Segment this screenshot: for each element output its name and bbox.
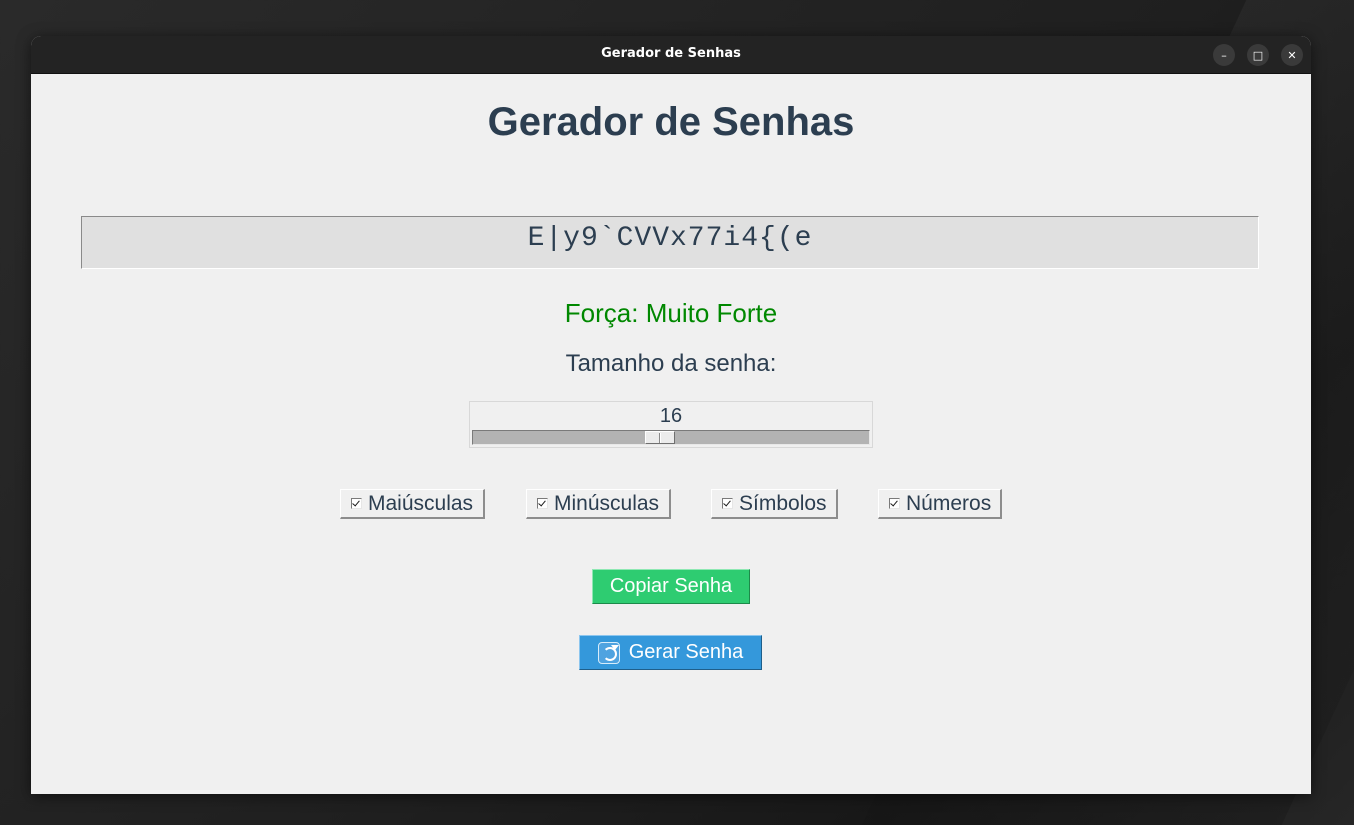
lowercase-label: Minúsculas	[554, 491, 660, 515]
symbols-checkbox[interactable]: Símbolos	[711, 489, 838, 519]
slider-trough[interactable]	[472, 430, 870, 445]
window-title: Gerador de Senhas	[601, 46, 741, 61]
strength-label: Força: Muito Forte	[564, 298, 778, 328]
copy-password-button[interactable]: Copiar Senha	[592, 569, 750, 604]
maximize-icon: □	[1252, 48, 1264, 62]
lowercase-checkbox[interactable]: Minúsculas	[526, 489, 671, 519]
generate-password-button[interactable]: Gerar Senha	[579, 635, 762, 670]
app-window: Gerador de Senhas – □ ✕ Gerador de Senha…	[31, 36, 1311, 794]
checkmark-icon	[722, 498, 733, 509]
symbols-label: Símbolos	[739, 491, 827, 515]
password-field[interactable]: E|y9`CVVx77i4{(e	[81, 216, 1259, 269]
main-content: Gerador de Senhas E|y9`CVVx77i4{(e Força…	[31, 74, 1311, 794]
page-title: Gerador de Senhas	[487, 100, 855, 144]
slider-value: 16	[659, 405, 683, 427]
length-label: Tamanho da senha:	[565, 350, 777, 377]
copy-button-label: Copiar Senha	[609, 575, 733, 597]
checkmark-icon	[889, 498, 900, 509]
uppercase-checkbox[interactable]: Maiúsculas	[340, 489, 485, 519]
title-bar[interactable]: Gerador de Senhas – □ ✕	[31, 36, 1311, 74]
uppercase-label: Maiúsculas	[368, 491, 474, 515]
password-text: E|y9`CVVx77i4{(e	[527, 223, 813, 254]
close-button[interactable]: ✕	[1281, 44, 1303, 66]
minimize-button[interactable]: –	[1213, 44, 1235, 66]
slider-thumb[interactable]	[645, 431, 675, 444]
maximize-button[interactable]: □	[1247, 44, 1269, 66]
numbers-label: Números	[906, 491, 992, 515]
minimize-icon: –	[1221, 48, 1227, 62]
close-icon: ✕	[1287, 48, 1297, 62]
refresh-icon	[597, 641, 620, 664]
checkmark-icon	[351, 498, 362, 509]
checkmark-icon	[537, 498, 548, 509]
length-slider[interactable]: 16	[469, 401, 873, 448]
numbers-checkbox[interactable]: Números	[878, 489, 1002, 519]
generate-button-label: Gerar Senha	[628, 641, 744, 663]
